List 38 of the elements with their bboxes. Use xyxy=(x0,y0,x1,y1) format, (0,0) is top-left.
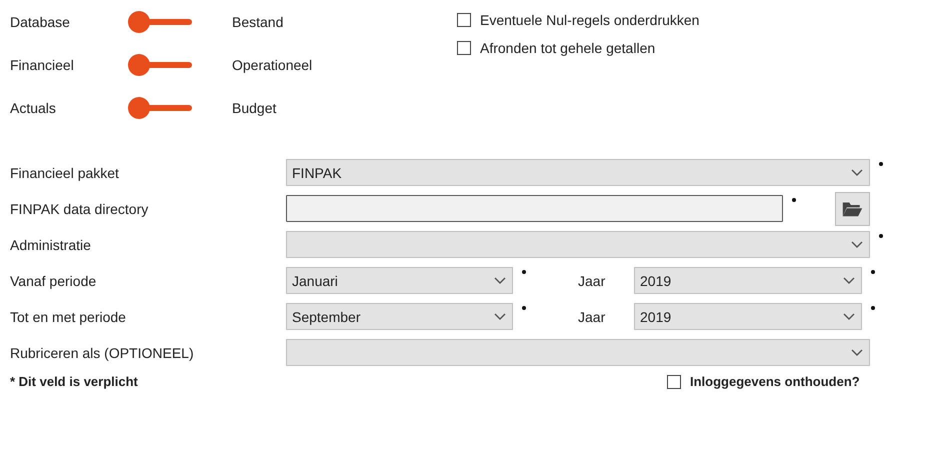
toggle-label: Database xyxy=(10,14,71,30)
field-label: FINPAK data directory xyxy=(10,200,150,216)
toggle-label: Budget xyxy=(232,100,278,116)
toggle-label: Financieel xyxy=(10,57,75,73)
checkbox[interactable] xyxy=(457,13,471,27)
checkbox-label: Inloggegevens onthouden? xyxy=(690,374,860,389)
dropdown[interactable]: 2019 xyxy=(634,267,862,294)
checkbox[interactable] xyxy=(667,374,681,388)
dropdown[interactable]: Januari xyxy=(286,267,513,294)
caret-icon xyxy=(494,312,506,320)
field-label: Vanaf periode xyxy=(10,272,98,288)
browse-button[interactable] xyxy=(835,192,870,226)
input-field[interactable] xyxy=(286,195,783,222)
required-note: * Dit veld is verplicht xyxy=(10,374,139,389)
checkbox-label: Afronden tot gehele getallen xyxy=(480,40,656,56)
caret-icon xyxy=(851,168,863,176)
checkbox[interactable] xyxy=(457,41,471,55)
toggle-switch[interactable] xyxy=(128,11,192,33)
dropdown[interactable]: 2019 xyxy=(634,303,862,330)
checkbox-label: Eventuele Nul-regels onderdrukken xyxy=(480,12,700,28)
year-label: Jaar xyxy=(577,308,606,324)
toggle-label: Actuals xyxy=(10,100,57,116)
field-label: Tot en met periode xyxy=(10,308,127,324)
caret-icon xyxy=(843,312,855,320)
caret-icon xyxy=(851,348,863,356)
field-label: Administratie xyxy=(10,236,92,252)
toggle-label: Operationeel xyxy=(232,57,314,73)
dropdown[interactable]: FINPAK xyxy=(286,159,870,186)
field-label: Financieel pakket xyxy=(10,164,120,180)
field-label: Rubriceren als (OPTIONEEL) xyxy=(10,344,195,360)
toggle-switch[interactable] xyxy=(128,54,192,76)
toggle-label: Bestand xyxy=(232,14,284,30)
year-label: Jaar xyxy=(577,272,606,288)
caret-icon xyxy=(843,276,855,284)
dropdown[interactable]: September xyxy=(286,303,513,330)
toggle-switch[interactable] xyxy=(128,97,192,119)
caret-icon xyxy=(851,240,863,248)
caret-icon xyxy=(494,276,506,284)
